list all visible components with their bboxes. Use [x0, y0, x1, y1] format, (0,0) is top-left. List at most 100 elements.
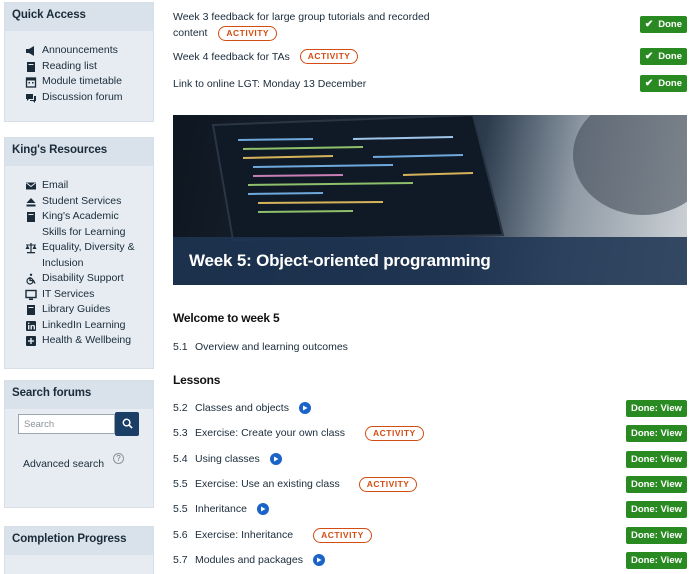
- item-link[interactable]: Overview and learning outcomes: [195, 341, 348, 353]
- lesson-number: 5.3: [173, 427, 188, 439]
- lesson-link[interactable]: Classes and objects: [195, 402, 289, 414]
- play-icon[interactable]: [256, 503, 269, 515]
- done-view-button[interactable]: Done: View: [625, 425, 687, 442]
- activity-link[interactable]: Week 4 feedback for TAs: [173, 51, 290, 63]
- list-item: 5.1 Overview and learning outcomes: [173, 340, 687, 354]
- activity-badge: ACTIVITY: [358, 476, 418, 492]
- lesson-link[interactable]: Using classes: [195, 453, 260, 465]
- resource-item-student-services[interactable]: Student Services: [25, 194, 153, 210]
- resource-item-it-services[interactable]: IT Services: [25, 287, 153, 303]
- lesson-link[interactable]: Exercise: Create your own class: [195, 427, 345, 439]
- activity-row: Week 4 feedback for TAs ACTIVITY ✔ Done: [173, 48, 687, 65]
- quick-access-item-reading-list[interactable]: Reading list: [25, 59, 153, 75]
- item-number: 5.1: [173, 341, 188, 353]
- resource-item-linkedin-learning[interactable]: LinkedIn Learning: [25, 318, 153, 334]
- lesson-number: 5.5: [173, 478, 188, 490]
- activity-badge: ACTIVITY: [299, 49, 359, 64]
- lesson-row: 5.5 Exercise: Use an existing class ACTI…: [173, 476, 687, 493]
- check-icon: ✔: [644, 78, 654, 89]
- main-content: Week 3 feedback for large group tutorial…: [173, 0, 700, 574]
- week-banner: Week 5: Object-oriented programming: [173, 115, 687, 285]
- book-icon: [25, 304, 37, 316]
- lesson-link[interactable]: Exercise: Inheritance: [195, 529, 293, 541]
- done-view-button[interactable]: Done: View: [625, 552, 687, 569]
- resource-item-equality-diversity[interactable]: Equality, Diversity & Inclusion: [25, 240, 153, 271]
- done-view-button[interactable]: Done: View: [625, 400, 687, 417]
- done-view-button[interactable]: Done: View: [625, 476, 687, 493]
- eject-icon: [25, 196, 37, 208]
- check-icon: ✔: [644, 19, 654, 30]
- lesson-link[interactable]: Exercise: Use an existing class: [195, 478, 340, 490]
- lesson-number: 5.2: [173, 402, 188, 414]
- done-view-button[interactable]: Done: View: [625, 451, 687, 468]
- kings-resources-block: King's Resources Email Student Services …: [4, 137, 154, 369]
- lesson-number: 5.7: [173, 554, 188, 566]
- completion-progress-title: Completion Progress: [5, 527, 153, 555]
- quick-access-item-announcements[interactable]: Announcements: [25, 43, 153, 59]
- completion-progress-block: Completion Progress: [4, 526, 154, 574]
- section-heading-lessons: Lessons: [173, 373, 221, 387]
- lesson-number: 5.5: [173, 503, 188, 515]
- search-forums-form: [18, 412, 139, 436]
- search-forums-block: Search forums Advanced search ?: [4, 380, 154, 508]
- check-icon: ✔: [644, 51, 654, 62]
- search-forums-button[interactable]: [115, 412, 139, 436]
- lesson-row: 5.2 Classes and objects Done: View: [173, 400, 687, 417]
- activity-link[interactable]: Link to online LGT: Monday 13 December: [173, 78, 366, 90]
- sidebar: Quick Access Announcements Reading list …: [0, 0, 160, 574]
- advanced-search-link[interactable]: Advanced search: [23, 458, 104, 470]
- envelope-icon: [25, 180, 37, 192]
- lesson-row: 5.4 Using classes Done: View: [173, 451, 687, 468]
- activity-row: Link to online LGT: Monday 13 December ✔…: [173, 75, 687, 92]
- quick-access-block: Quick Access Announcements Reading list …: [4, 2, 154, 122]
- lesson-row: 5.6 Exercise: Inheritance ACTIVITY Done:…: [173, 527, 687, 544]
- megaphone-icon: [25, 45, 37, 57]
- quick-access-title: Quick Access: [5, 3, 153, 31]
- activity-link-continued[interactable]: content: [173, 27, 207, 39]
- play-icon[interactable]: [313, 554, 325, 566]
- quick-access-item-discussion-forum[interactable]: Discussion forum: [25, 90, 153, 106]
- done-button[interactable]: ✔ Done: [639, 48, 687, 65]
- quick-access-item-module-timetable[interactable]: Module timetable: [25, 74, 153, 90]
- activity-badge: ACTIVITY: [313, 527, 372, 543]
- search-forums-title: Search forums: [5, 381, 153, 409]
- lesson-row: 5.3 Exercise: Create your own class ACTI…: [173, 425, 687, 442]
- resource-item-disability-support[interactable]: Disability Support: [25, 271, 153, 287]
- activity-badge: ACTIVITY: [218, 25, 278, 41]
- activity-link[interactable]: Week 3 feedback for large group tutorial…: [173, 11, 430, 23]
- done-view-button[interactable]: Done: View: [625, 501, 687, 518]
- balance-scale-icon: [25, 242, 37, 254]
- activity-badge: ACTIVITY: [364, 425, 424, 441]
- calendar-icon: [25, 76, 37, 88]
- resource-item-library-guides[interactable]: Library Guides: [25, 302, 153, 318]
- lesson-row: 5.7 Modules and packages Done: View: [173, 552, 687, 569]
- lesson-number: 5.4: [173, 453, 188, 465]
- search-forums-input[interactable]: [18, 414, 115, 434]
- search-icon: [122, 417, 133, 432]
- help-icon[interactable]: ?: [113, 453, 124, 464]
- book-icon: [25, 211, 37, 223]
- week-banner-title: Week 5: Object-oriented programming: [173, 237, 687, 285]
- done-button[interactable]: ✔ Done: [639, 16, 687, 33]
- lesson-row: 5.5 Inheritance Done: View: [173, 501, 687, 518]
- activity-row: Week 3 feedback for large group tutorial…: [173, 10, 687, 41]
- wheelchair-icon: [25, 273, 37, 285]
- desktop-icon: [25, 289, 37, 301]
- resource-item-health-wellbeing[interactable]: Health & Wellbeing: [25, 333, 153, 349]
- done-button[interactable]: ✔ Done: [639, 75, 687, 92]
- lesson-number: 5.6: [173, 529, 188, 541]
- lesson-link[interactable]: Modules and packages: [195, 554, 303, 566]
- play-icon[interactable]: [269, 453, 282, 465]
- kings-resources-title: King's Resources: [5, 138, 153, 166]
- resource-item-email[interactable]: Email: [25, 178, 153, 194]
- quick-access-list: Announcements Reading list Module timeta…: [5, 31, 153, 105]
- lesson-link[interactable]: Inheritance: [195, 503, 247, 515]
- resource-item-academic-skills[interactable]: King's Academic Skills for Learning: [25, 209, 153, 240]
- book-icon: [25, 61, 37, 73]
- plus-square-icon: [25, 335, 37, 347]
- play-icon[interactable]: [298, 402, 311, 414]
- section-heading-welcome: Welcome to week 5: [173, 311, 280, 325]
- linkedin-icon: [25, 320, 37, 332]
- comments-icon: [25, 92, 37, 104]
- done-view-button[interactable]: Done: View: [625, 527, 687, 544]
